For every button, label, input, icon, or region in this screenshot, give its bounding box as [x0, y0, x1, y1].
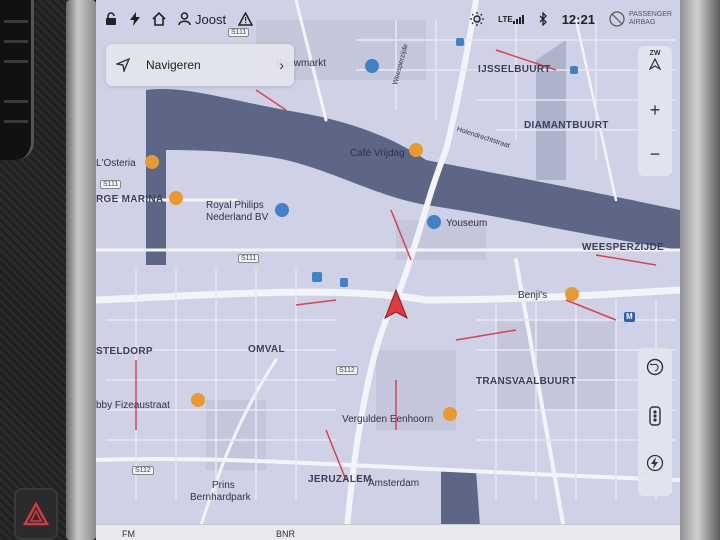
network-type: LTE	[498, 14, 513, 24]
charging-stations-button[interactable]	[638, 454, 672, 477]
compass-arrow-icon	[648, 57, 662, 71]
dashboard-carbon-trim	[0, 0, 96, 540]
media-bar[interactable]: FM BNR	[96, 524, 680, 540]
road-shield-s111-center: S111	[238, 254, 260, 263]
map-label-vergulden: Vergulden Eenhoorn	[342, 414, 434, 425]
media-station: BNR	[276, 529, 296, 539]
cellular-signal: LTE	[498, 14, 525, 24]
globe-icon	[646, 358, 664, 376]
map-label-benjis: Benji's	[518, 290, 548, 301]
map-label-jeruzalem: JERUZALEM	[308, 474, 372, 485]
media-source: FM	[122, 529, 135, 539]
hazard-button[interactable]	[14, 488, 58, 540]
map-label-losteria: L'Osteria	[96, 158, 136, 169]
map-label-transvaalbuurt: TRANSVAALBUURT	[476, 376, 577, 387]
road-shield-s112: S112	[336, 366, 358, 375]
chevron-right-icon: ›	[279, 57, 284, 73]
map-side-controls	[638, 348, 672, 496]
road-shield-s111-west: S111	[100, 180, 122, 189]
driver-name: Joost	[195, 11, 227, 27]
map-label-steldorp: STELDORP	[96, 346, 153, 357]
map-label-fizeaustraat: bby Fizeaustraat	[96, 400, 170, 411]
warning-icon[interactable]	[238, 12, 254, 26]
zoom-out-button[interactable]: −	[638, 144, 672, 165]
hazard-icon	[23, 502, 49, 526]
traffic-toggle-button[interactable]	[638, 406, 672, 431]
navigate-label: Navigeren	[146, 58, 201, 72]
map-label-diamantbuurt: DIAMANTBUURT	[524, 120, 609, 131]
clock: 12:21	[561, 11, 595, 27]
lock-icon[interactable]	[104, 12, 118, 26]
screen-frame-left	[66, 0, 96, 540]
map-label-youseum: Youseum	[446, 218, 488, 229]
bluetooth-icon[interactable]	[539, 12, 548, 26]
home-icon[interactable]	[152, 12, 166, 26]
signal-bars-icon	[512, 15, 524, 24]
air-vent	[0, 0, 34, 160]
map-label-prins-2: Bernhardpark	[190, 492, 251, 503]
navigate-card[interactable]: Navigeren ›	[106, 44, 294, 86]
zoom-in-button[interactable]: +	[638, 100, 672, 121]
map-label-philips-1: Royal Philips	[206, 200, 264, 211]
road-shield-s112-south: S112	[132, 466, 154, 475]
map-label-weesperzijde: WEESPERZIJDE	[582, 242, 664, 253]
navigation-arrow-icon	[116, 58, 130, 72]
passenger-airbag-indicator: PASSENGER AIRBAG	[609, 11, 672, 27]
map-label-prins-1: Prins	[212, 480, 235, 491]
sun-icon[interactable]	[470, 12, 485, 26]
lightning-icon	[646, 454, 664, 472]
touchscreen: Bouwmarkt IJSSELBUURT DIAMANTBUURT Café …	[96, 0, 680, 540]
canal	[146, 90, 166, 265]
person-icon	[178, 12, 191, 26]
airbag-off-icon	[609, 11, 625, 27]
screen-frame-right	[678, 0, 720, 540]
compass-heading: ZW	[649, 50, 661, 57]
traffic-light-icon	[649, 406, 661, 426]
map-label-marina: RGE MARINA	[96, 194, 164, 205]
map-label-omval: OMVAL	[248, 344, 285, 355]
map-label-philips-2: Nederland BV	[206, 212, 269, 223]
satellite-view-button[interactable]	[638, 358, 672, 381]
map-controls: ZW + −	[638, 46, 672, 176]
airbag-line-1: PASSENGER	[628, 11, 672, 18]
status-bar: Joost LTE 12:21 PASSENGER AIRBAG	[96, 0, 680, 38]
compass-button[interactable]: ZW	[638, 50, 672, 78]
map-label-amsterdam: Amsterdam	[368, 478, 420, 489]
airbag-line-2: AIRBAG	[628, 19, 656, 26]
charging-bolt-icon[interactable]	[130, 12, 140, 26]
metro-station-label: M	[626, 312, 633, 321]
driver-profile[interactable]: Joost	[178, 12, 226, 27]
map-label-ijsselbuurt: IJSSELBUURT	[478, 64, 551, 75]
map-label-cafe-vrijdag: Café Vrijdag	[350, 148, 405, 159]
